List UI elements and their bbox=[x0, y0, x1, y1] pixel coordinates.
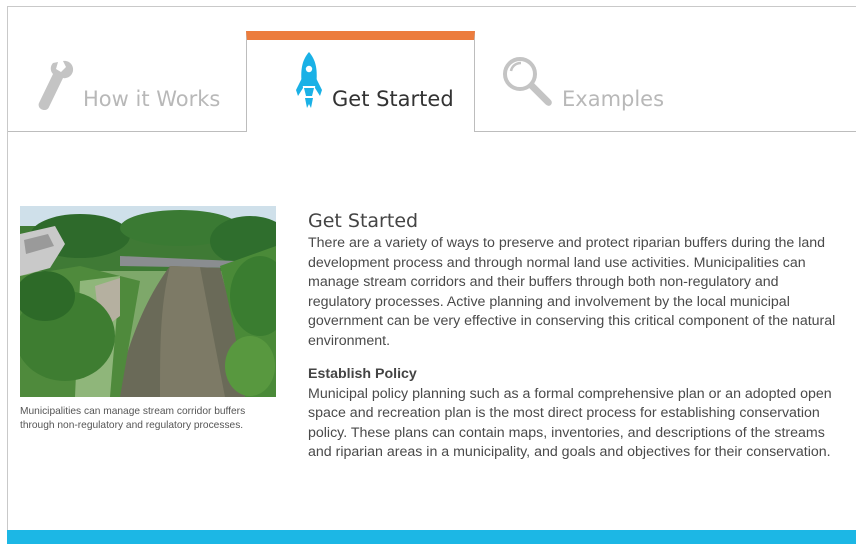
tab-how-it-works[interactable]: How it Works bbox=[8, 31, 246, 132]
main-content: Get Started There are a variety of ways … bbox=[308, 208, 838, 463]
tab-label: Examples bbox=[562, 87, 665, 111]
page-title: Get Started bbox=[308, 210, 419, 232]
tab-label: How it Works bbox=[83, 87, 221, 111]
photo-caption: Municipalities can manage stream corrido… bbox=[20, 406, 246, 431]
intro-paragraph: There are a variety of ways to preserve … bbox=[308, 235, 836, 349]
rocket-icon bbox=[295, 52, 323, 115]
magnifier-icon bbox=[501, 55, 553, 112]
section-paragraph: Municipal policy planning such as a form… bbox=[308, 385, 832, 461]
section-heading: Establish Policy bbox=[308, 366, 417, 382]
stream-corridor-photo bbox=[20, 206, 276, 397]
tab-examples[interactable]: Examples bbox=[475, 31, 856, 132]
tab-label: Get Started bbox=[332, 87, 454, 111]
footer-bar bbox=[7, 530, 856, 544]
wrench-icon bbox=[36, 59, 76, 116]
tab-get-started[interactable]: Get Started bbox=[246, 31, 475, 133]
